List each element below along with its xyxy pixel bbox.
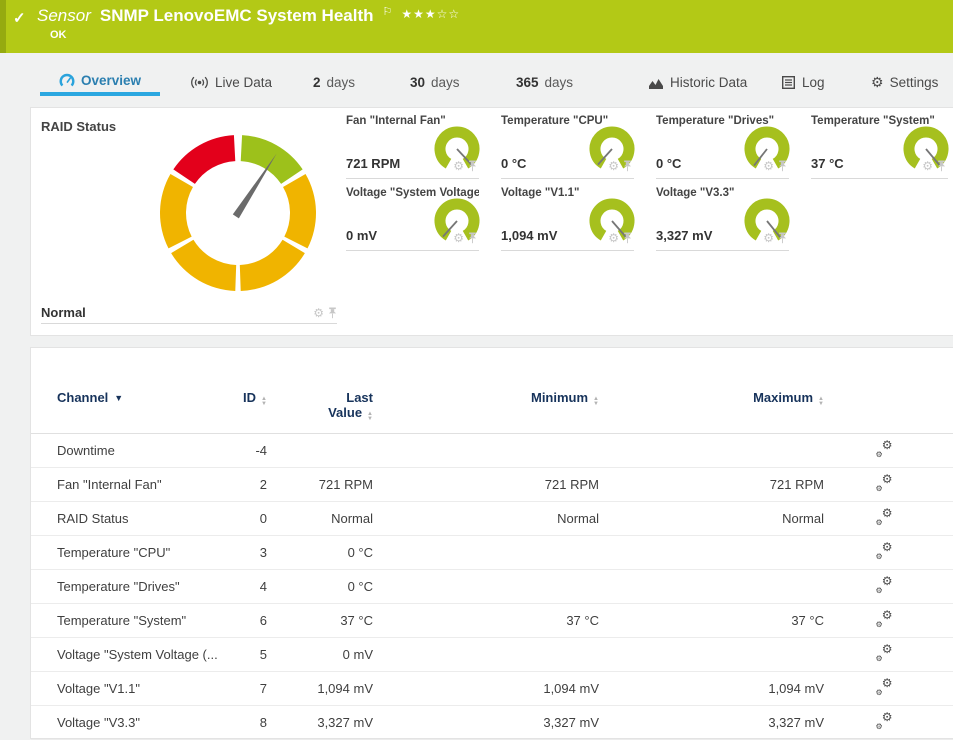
gauge-tile-fan-internal[interactable]: Fan "Internal Fan" 721 RPM ⚙ xyxy=(346,113,479,179)
gauge-value: 0 °C xyxy=(501,156,526,171)
gauge-icon xyxy=(59,73,75,89)
channel-settings-icon[interactable]: ⚙⚙ xyxy=(876,579,893,594)
tab-label: Historic Data xyxy=(670,75,747,90)
channel-settings-icon[interactable]: ⚙⚙ xyxy=(876,613,893,628)
pin-icon[interactable] xyxy=(778,160,787,172)
table-row[interactable]: Voltage "System Voltage (... 5 0 mV ⚙⚙ xyxy=(31,638,953,672)
gauge-tile-voltage-system[interactable]: Voltage "System Voltage (12... 0 mV ⚙ xyxy=(346,185,479,251)
stars-empty: ☆☆ xyxy=(437,7,461,21)
tab-365-days[interactable]: 365days xyxy=(516,69,573,96)
sort-desc-icon: ▼ xyxy=(114,393,123,403)
tab-overview[interactable]: Overview xyxy=(40,69,160,96)
sensor-kind-label: Sensor xyxy=(37,6,91,26)
status-check-icon: ✓ xyxy=(13,9,26,27)
gauges-panel: RAID Status Normal ⚙ Fan "Internal Fan" … xyxy=(30,107,953,336)
log-icon xyxy=(781,75,796,90)
pin-icon[interactable] xyxy=(328,307,337,319)
tab-label: Live Data xyxy=(215,75,272,90)
channel-name: Temperature "Drives" xyxy=(57,579,222,594)
col-last-value[interactable]: LastValue▲▼ xyxy=(267,390,373,422)
gauge-tile-voltage-v11[interactable]: Voltage "V1.1" 1,094 mV ⚙ xyxy=(501,185,634,251)
gear-icon[interactable]: ⚙ xyxy=(922,160,933,172)
col-channel[interactable]: Channel▼ xyxy=(57,390,222,422)
channel-name: Temperature "CPU" xyxy=(57,545,222,560)
gear-icon[interactable]: ⚙ xyxy=(453,232,464,244)
gauge-value: 0 °C xyxy=(656,156,681,171)
channels-table-panel: Channel▼ ID▲▼ LastValue▲▼ Minimum▲▼ Maxi… xyxy=(30,347,953,739)
tab-log[interactable]: Log xyxy=(781,69,825,96)
table-row[interactable]: RAID Status 0 Normal Normal Normal ⚙⚙ xyxy=(31,502,953,536)
tab-label: Log xyxy=(802,75,825,90)
raid-status-gauge[interactable]: RAID Status Normal ⚙ xyxy=(41,113,337,324)
gauge-tile-temp-drives[interactable]: Temperature "Drives" 0 °C ⚙ xyxy=(656,113,789,179)
channel-name: Temperature "System" xyxy=(57,613,222,628)
gear-icon[interactable]: ⚙ xyxy=(313,307,324,319)
channel-settings-icon[interactable]: ⚙⚙ xyxy=(876,545,893,560)
channel-settings-icon[interactable]: ⚙⚙ xyxy=(876,647,893,662)
gauge-title: RAID Status xyxy=(41,119,116,134)
channel-settings-icon[interactable]: ⚙⚙ xyxy=(876,511,893,526)
channel-settings-icon[interactable]: ⚙⚙ xyxy=(876,681,893,696)
live-data-icon xyxy=(190,75,209,90)
status-badge: OK xyxy=(50,29,67,41)
table-row[interactable]: Fan "Internal Fan" 2 721 RPM 721 RPM 721… xyxy=(31,468,953,502)
table-row[interactable]: Voltage "V3.3" 8 3,327 mV 3,327 mV 3,327… xyxy=(31,706,953,740)
gauge-tile-temp-cpu[interactable]: Temperature "CPU" 0 °C ⚙ xyxy=(501,113,634,179)
flag-icon[interactable]: ⚐ xyxy=(383,5,393,18)
pin-icon[interactable] xyxy=(468,160,477,172)
priority-stars[interactable]: ★★★☆☆ xyxy=(401,7,460,21)
pin-icon[interactable] xyxy=(778,232,787,244)
channel-settings-icon[interactable]: ⚙⚙ xyxy=(876,477,893,492)
gauge-value: 721 RPM xyxy=(346,156,400,171)
settings-gear-icon: ⚙ xyxy=(871,74,884,91)
table-row[interactable]: Voltage "V1.1" 7 1,094 mV 1,094 mV 1,094… xyxy=(31,672,953,706)
table-row[interactable]: Temperature "System" 6 37 °C 37 °C 37 °C… xyxy=(31,604,953,638)
tab-30-days[interactable]: 30days xyxy=(410,69,460,96)
tab-2-days[interactable]: 2days xyxy=(313,69,355,96)
sensor-header: ✓ Sensor SNMP LenovoEMC System Health ⚐ … xyxy=(0,0,953,53)
table-header: Channel▼ ID▲▼ LastValue▲▼ Minimum▲▼ Maxi… xyxy=(31,348,953,434)
gear-icon[interactable]: ⚙ xyxy=(608,160,619,172)
gauge-value: 37 °C xyxy=(811,156,844,171)
gear-icon[interactable]: ⚙ xyxy=(608,232,619,244)
gauge-value: 1,094 mV xyxy=(501,228,557,243)
pin-icon[interactable] xyxy=(468,232,477,244)
channel-name: RAID Status xyxy=(57,511,222,526)
tab-live-data[interactable]: Live Data xyxy=(190,69,272,96)
channel-name: Fan "Internal Fan" xyxy=(57,477,222,492)
page-title: SNMP LenovoEMC System Health xyxy=(100,6,374,26)
col-maximum[interactable]: Maximum▲▼ xyxy=(599,390,824,422)
gauge-value: Normal xyxy=(41,305,86,320)
channel-name: Voltage "System Voltage (... xyxy=(57,647,222,662)
table-row[interactable]: Downtime -4 ⚙⚙ xyxy=(31,434,953,468)
pin-icon[interactable] xyxy=(623,232,632,244)
pin-icon[interactable] xyxy=(623,160,632,172)
pin-icon[interactable] xyxy=(937,160,946,172)
channel-settings-icon[interactable]: ⚙⚙ xyxy=(876,443,893,458)
tab-label: Overview xyxy=(81,73,141,88)
tab-historic-data[interactable]: Historic Data xyxy=(648,69,747,96)
tab-settings[interactable]: ⚙ Settings xyxy=(871,69,938,96)
historic-chart-icon xyxy=(648,76,664,90)
gauge-value: 0 mV xyxy=(346,228,377,243)
gauge-tile-voltage-v33[interactable]: Voltage "V3.3" 3,327 mV ⚙ xyxy=(656,185,789,251)
table-row[interactable]: Temperature "Drives" 4 0 °C ⚙⚙ xyxy=(31,570,953,604)
stars-filled: ★★★ xyxy=(401,7,436,21)
gear-icon[interactable]: ⚙ xyxy=(763,160,774,172)
col-id[interactable]: ID▲▼ xyxy=(222,390,267,422)
channel-name: Voltage "V1.1" xyxy=(57,681,222,696)
raid-donut-dial xyxy=(153,128,323,298)
gear-icon[interactable]: ⚙ xyxy=(453,160,464,172)
channel-settings-icon[interactable]: ⚙⚙ xyxy=(876,715,893,730)
tab-bar: Overview Live Data 2days 30days 365days … xyxy=(0,53,953,107)
tab-label: Settings xyxy=(890,75,939,90)
gear-icon[interactable]: ⚙ xyxy=(763,232,774,244)
gauge-value: 3,327 mV xyxy=(656,228,712,243)
table-row[interactable]: Temperature "CPU" 3 0 °C ⚙⚙ xyxy=(31,536,953,570)
gauge-tile-temp-system[interactable]: Temperature "System" 37 °C ⚙ xyxy=(811,113,948,179)
channel-name: Downtime xyxy=(57,443,222,458)
channel-name: Voltage "V3.3" xyxy=(57,715,222,730)
col-minimum[interactable]: Minimum▲▼ xyxy=(373,390,599,422)
